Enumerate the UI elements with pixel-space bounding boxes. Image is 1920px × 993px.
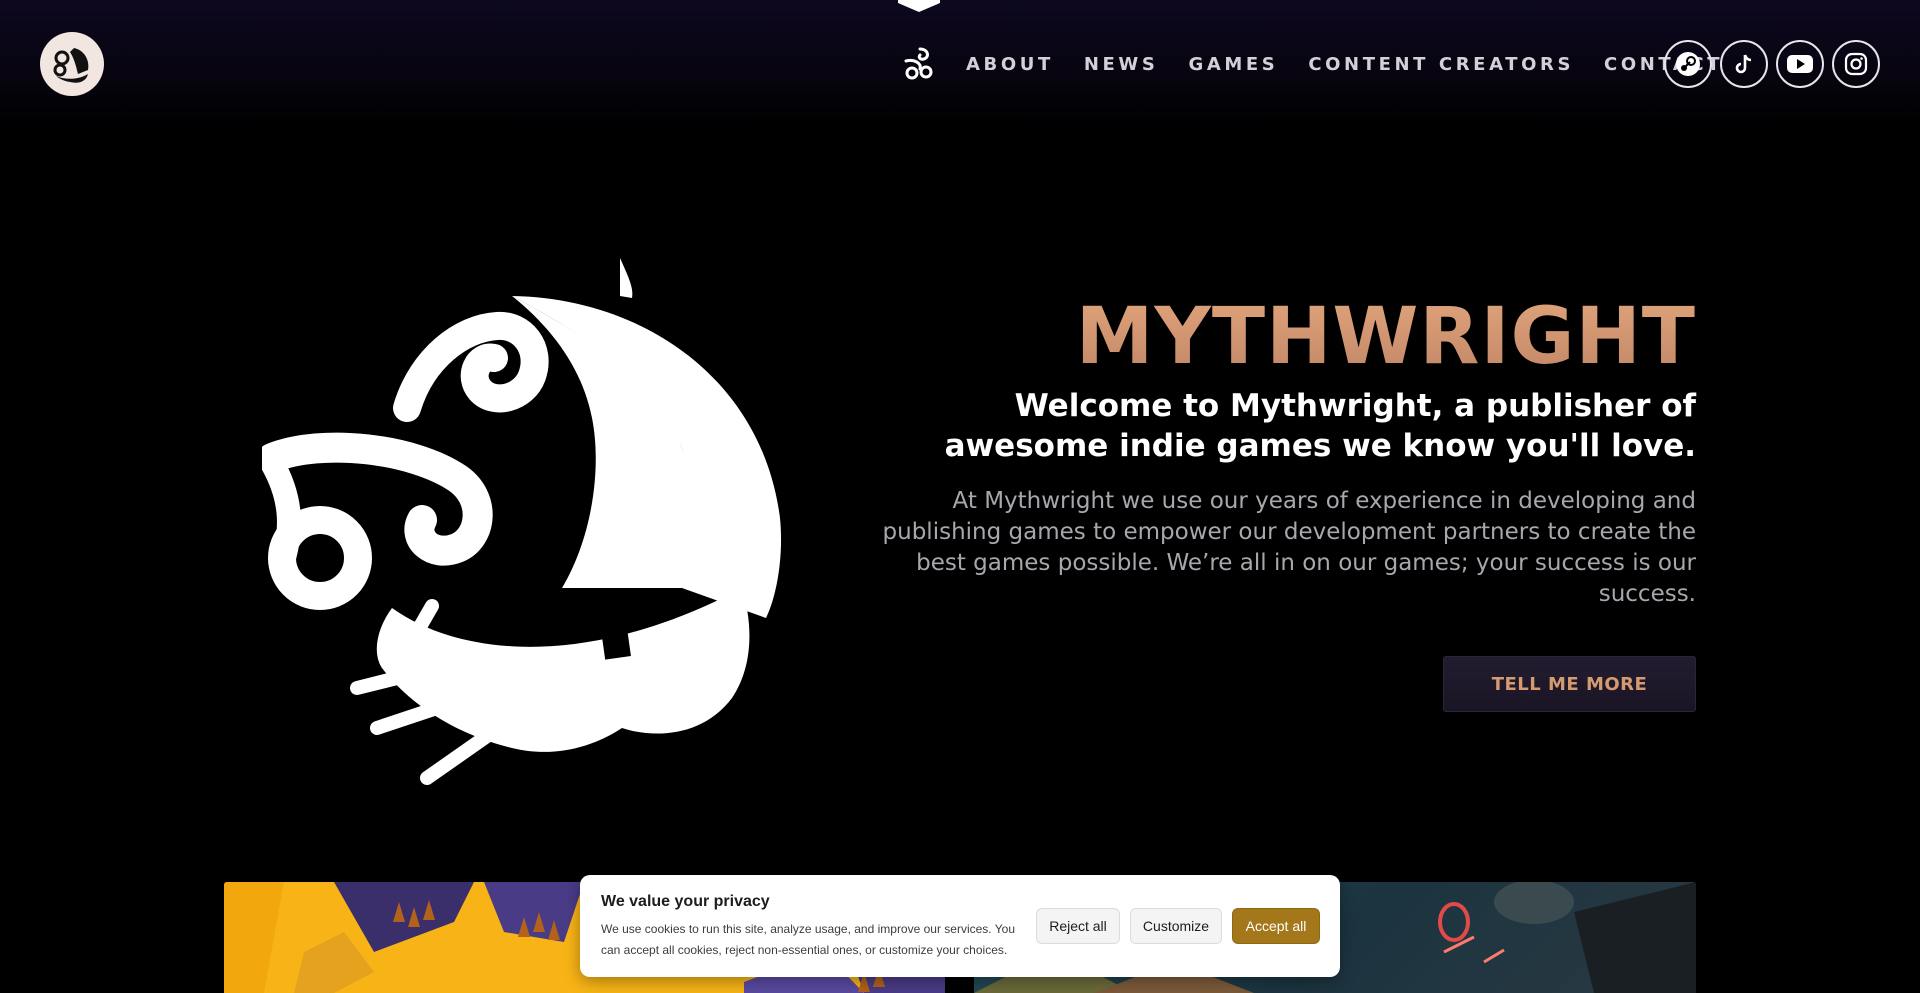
nav-content-creators[interactable]: CONTENT CREATORS [1308, 54, 1574, 75]
hero-title: MYTHWRIGHT [1075, 292, 1696, 382]
hero-body: At Mythwright we use our years of experi… [882, 488, 1696, 607]
nav-about[interactable]: ABOUT [966, 54, 1054, 75]
accept-all-button[interactable]: Accept all [1232, 908, 1320, 944]
youtube-icon [1787, 55, 1813, 73]
main-nav: ABOUT NEWS GAMES CONTENT CREATORS CONTAC… [900, 40, 1753, 88]
tell-me-more-button[interactable]: TELL ME MORE [1443, 656, 1696, 712]
steam-icon [1676, 52, 1700, 76]
nav-news[interactable]: NEWS [1084, 54, 1159, 75]
hero-subtitle: Welcome to Mythwright, a publisher of aw… [944, 388, 1696, 464]
swirl-icon[interactable] [900, 45, 938, 83]
steam-link[interactable] [1664, 40, 1712, 88]
tiktok-icon [1735, 54, 1752, 74]
ship-logo-icon [53, 48, 89, 83]
top-tab[interactable] [898, 0, 940, 12]
instagram-link[interactable] [1832, 40, 1880, 88]
reject-all-button[interactable]: Reject all [1036, 908, 1120, 944]
social-links [1664, 40, 1888, 88]
site-header: ABOUT NEWS GAMES CONTENT CREATORS CONTAC… [0, 0, 1920, 126]
instagram-icon [1844, 52, 1868, 76]
home-logo[interactable] [40, 32, 104, 96]
tiktok-link[interactable] [1720, 40, 1768, 88]
cookie-banner: We value your privacy We use cookies to … [580, 875, 1340, 977]
cookie-title: We value your privacy [601, 893, 770, 910]
ship-hero-icon [262, 258, 782, 785]
youtube-link[interactable] [1776, 40, 1824, 88]
nav-games[interactable]: GAMES [1188, 54, 1278, 75]
customize-button[interactable]: Customize [1130, 908, 1222, 944]
cookie-text: We use cookies to run this site, analyze… [601, 922, 1016, 957]
